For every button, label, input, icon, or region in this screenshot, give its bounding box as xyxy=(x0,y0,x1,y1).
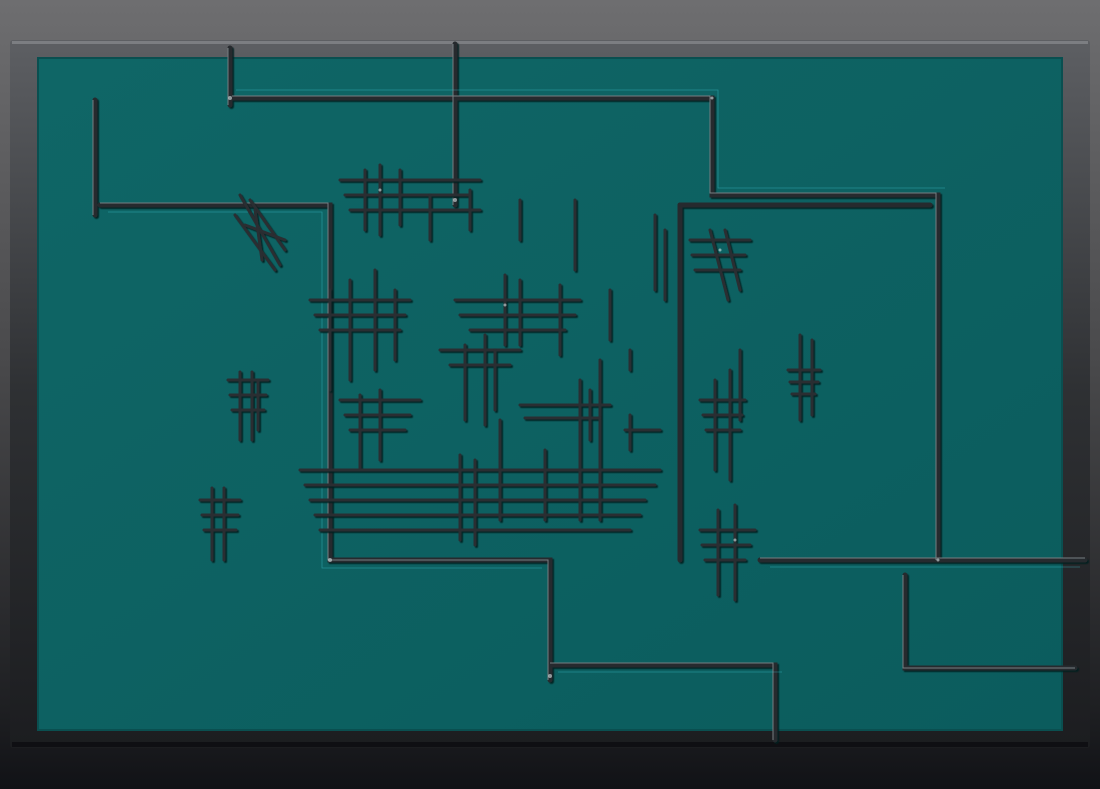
embossed-circuit-board-image xyxy=(10,40,1090,748)
frame-highlight xyxy=(12,41,1088,44)
frame-lower-shade xyxy=(12,742,1088,747)
